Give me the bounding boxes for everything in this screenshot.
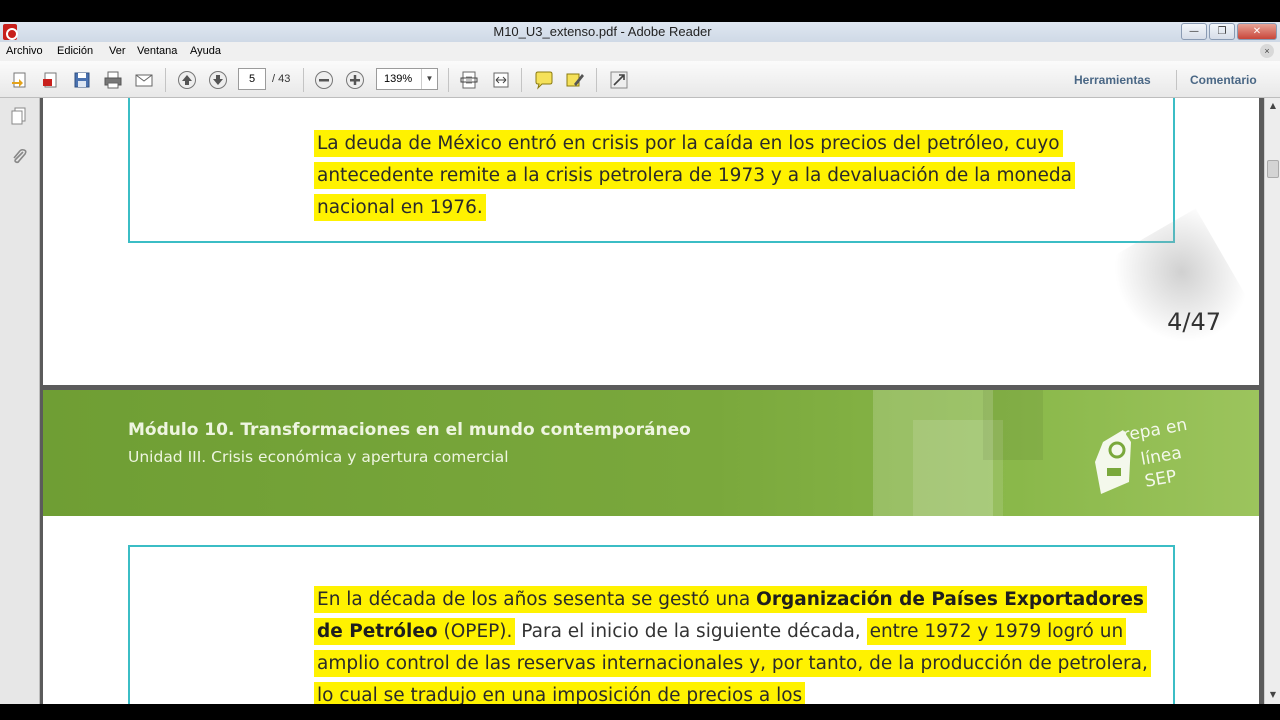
attachments-icon[interactable] — [9, 146, 29, 166]
chevron-down-icon[interactable]: ▼ — [421, 69, 437, 89]
highlight-icon[interactable] — [564, 69, 586, 91]
screen: M10_U3_extenso.pdf - Adobe Reader — ❐ ✕ … — [0, 0, 1280, 720]
banner-subtitle: Unidad III. Crisis económica y apertura … — [128, 448, 509, 466]
toolbar: 5 / 43 139% ▼ Herramientas Comentario — [0, 61, 1280, 98]
tools-panel-button[interactable]: Herramientas — [1074, 73, 1151, 87]
scroll-up-icon[interactable]: ▲ — [1268, 101, 1278, 110]
save-icon[interactable] — [71, 69, 93, 91]
screen-bottom-edge — [0, 704, 1280, 720]
minimize-button[interactable]: — — [1181, 23, 1207, 40]
close-document-icon[interactable]: × — [1260, 44, 1274, 58]
page1-paragraph: La deuda de México entró en crisis por l… — [314, 128, 1144, 224]
zoom-out-icon[interactable] — [313, 69, 335, 91]
menu-bar: Archivo Edición Ver Ventana Ayuda × — [0, 42, 1280, 61]
menu-ayuda[interactable]: Ayuda — [190, 45, 221, 57]
window-title: M10_U3_extenso.pdf - Adobe Reader — [493, 24, 712, 39]
document-view[interactable]: La deuda de México entró en crisis por l… — [40, 98, 1264, 704]
comment-panel-button[interactable]: Comentario — [1190, 73, 1257, 87]
next-page-icon[interactable] — [207, 69, 229, 91]
module-banner: Módulo 10. Transformaciones en el mundo … — [43, 390, 1259, 516]
highlighted-text: La deuda de México entró en crisis por l… — [314, 130, 1076, 221]
vertical-scrollbar[interactable]: ▲ ▼ — [1264, 98, 1280, 704]
page2-paragraph: En la década de los años sesenta se gest… — [314, 584, 1154, 704]
zoom-value: 139% — [384, 73, 413, 85]
page-thumbnails-icon[interactable] — [9, 106, 29, 126]
page-total: / 43 — [272, 73, 291, 85]
print-icon[interactable] — [102, 69, 124, 91]
fit-page-icon[interactable] — [458, 69, 480, 91]
full-screen-icon[interactable] — [608, 69, 630, 91]
zoom-in-icon[interactable] — [344, 69, 366, 91]
menu-archivo[interactable]: Archivo — [6, 45, 43, 57]
plain-text: Para el inicio de la siguiente década, — [521, 621, 861, 642]
previous-page-icon[interactable] — [176, 69, 198, 91]
window-controls: — ❐ ✕ — [1181, 23, 1277, 40]
comment-icon[interactable] — [533, 69, 555, 91]
menu-edicion[interactable]: Edición — [57, 45, 93, 57]
create-icon[interactable] — [9, 69, 31, 91]
left-navigation-panel — [0, 98, 40, 704]
menu-ventana[interactable]: Ventana — [137, 45, 177, 57]
prepa-en-linea-sep-logo: repa en línea SEP — [1093, 415, 1203, 502]
pdf-page: La deuda de México entró en crisis por l… — [43, 98, 1259, 385]
email-icon[interactable] — [133, 69, 155, 91]
close-button[interactable]: ✕ — [1237, 23, 1277, 40]
banner-title: Módulo 10. Transformaciones en el mundo … — [128, 420, 691, 440]
fit-width-icon[interactable] — [490, 69, 512, 91]
scroll-down-icon[interactable]: ▼ — [1268, 690, 1278, 699]
page-number-label: 4/47 — [1167, 308, 1221, 336]
page-number-input[interactable]: 5 — [238, 68, 266, 90]
menu-ver[interactable]: Ver — [109, 45, 126, 57]
pdf-page: Módulo 10. Transformaciones en el mundo … — [43, 390, 1259, 704]
title-bar: M10_U3_extenso.pdf - Adobe Reader — ❐ ✕ — [0, 22, 1280, 42]
zoom-select[interactable]: 139% ▼ — [376, 68, 438, 90]
scrollbar-thumb[interactable] — [1267, 160, 1279, 178]
restore-button[interactable]: ❐ — [1209, 23, 1235, 40]
create-pdf-icon[interactable] — [40, 69, 62, 91]
